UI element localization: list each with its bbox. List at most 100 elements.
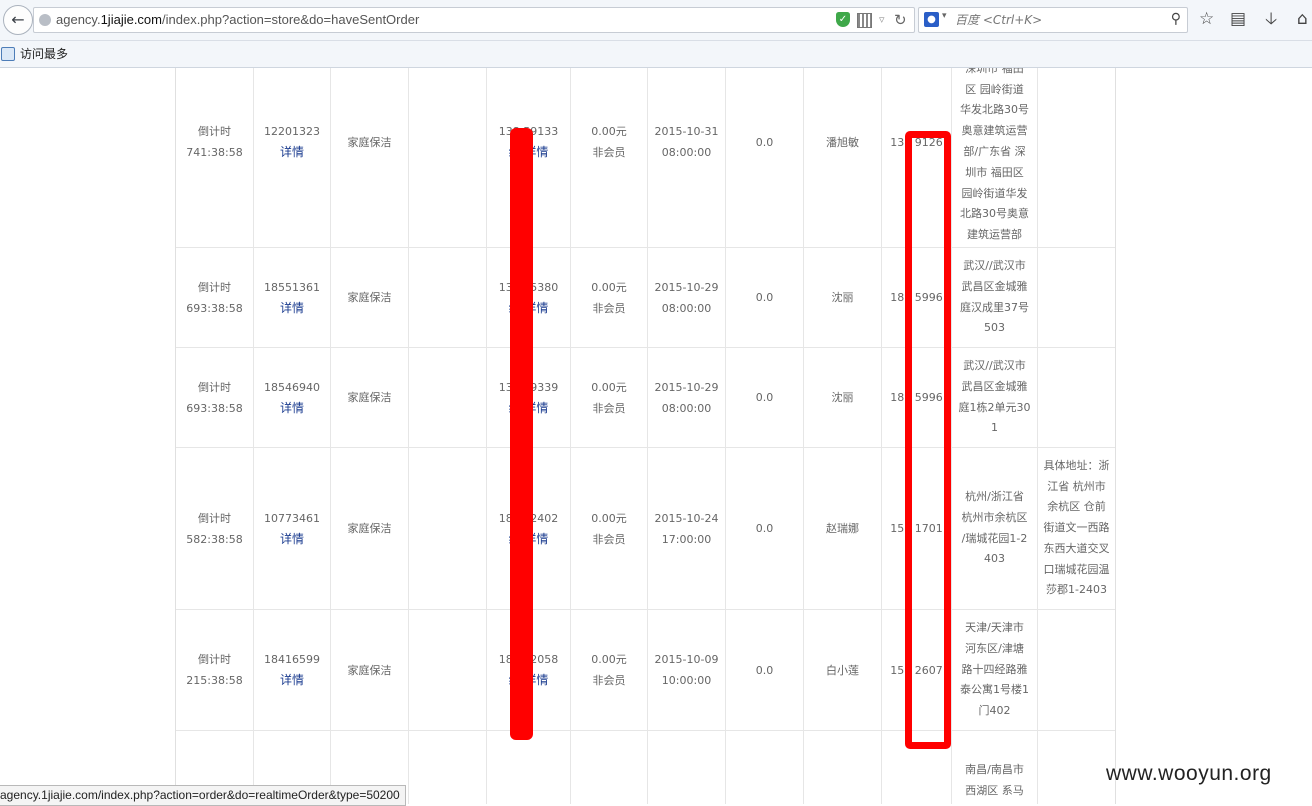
address-line: 南昌/南昌市 — [965, 762, 1024, 776]
empty-cell — [408, 447, 487, 610]
score-cell: 0.0 — [725, 68, 804, 248]
address-line: 建筑运营部 — [967, 228, 1022, 242]
detail-link[interactable]: 详情 — [256, 398, 328, 419]
site-identity-icon[interactable] — [39, 14, 51, 26]
reading-list-icon[interactable]: ▤ — [1230, 8, 1246, 30]
url-text[interactable]: agency.1jiajie.com/index.php?action=stor… — [56, 8, 419, 32]
table-row: 倒计时741:38:5812201323详情家庭保洁138 59133约 详情0… — [175, 68, 1116, 248]
price-cell: 0.00元非会员 — [570, 68, 648, 248]
price: 0.00元 — [591, 380, 627, 394]
service-date: 2015-10-24 — [654, 511, 719, 525]
dropdown-icon[interactable]: ▿ — [879, 11, 885, 29]
member-status: 非会员 — [592, 532, 626, 546]
price-cell: 0.00元 非会员 — [570, 347, 648, 448]
url-prefix: agency. — [56, 12, 101, 27]
search-icon[interactable]: ⚲ — [1171, 11, 1181, 27]
address-line: 武昌区金城雅 — [961, 279, 1028, 293]
service-time: 08:00:00 — [661, 146, 712, 159]
address-line: 北路30号奥意 — [960, 207, 1029, 221]
score-cell: 0.0 — [725, 609, 804, 731]
detail-link[interactable]: 详情 — [256, 298, 328, 319]
customer-name: 白小莲 — [826, 663, 859, 677]
order-id: 18551361 — [264, 280, 320, 294]
table-row: 倒计时693:38:5818551361详情家庭保洁139 75380约 详情0… — [175, 247, 1116, 348]
search-placeholder[interactable]: 百度 <Ctrl+K> — [955, 8, 1042, 32]
order-id-cell: 18546940 详情 — [253, 347, 331, 448]
order-id-cell: 10773461 详情 — [253, 447, 331, 610]
name-cell: 白小莲 — [803, 609, 882, 731]
service-cell: 家庭保洁 — [330, 68, 409, 248]
qr-code-icon[interactable] — [857, 13, 872, 28]
engine-dropdown-icon[interactable]: ▾ — [942, 11, 947, 21]
service-type: 家庭保洁 — [347, 291, 392, 304]
service-date: 2015-10-31 — [654, 125, 719, 138]
table-right-border — [1115, 68, 1116, 804]
watermark: www.wooyun.org — [1106, 762, 1272, 785]
bookmark-star-icon[interactable]: ☆ — [1199, 8, 1214, 30]
service-type: 家庭保洁 — [347, 522, 392, 535]
bookmark-most-visited[interactable]: 访问最多 — [20, 41, 68, 67]
schedule-cell: 2015-10-31 08:00:00 — [647, 68, 726, 248]
url-bar[interactable]: agency.1jiajie.com/index.php?action=stor… — [33, 7, 915, 33]
search-bar[interactable]: ● ▾ 百度 <Ctrl+K> ⚲ — [918, 7, 1188, 33]
countdown-label: 倒计时 — [198, 380, 231, 394]
detail-link[interactable]: 详情 — [256, 529, 328, 550]
table-row: 倒计时693:38:5818546940详情家庭保洁130 39339约 详情0… — [175, 347, 1116, 448]
schedule-cell: 2015-10-24 17:00:00 — [647, 447, 726, 610]
empty-cell — [408, 609, 487, 731]
order-id: 18546940 — [264, 380, 320, 394]
countdown-label: 倒计时 — [198, 125, 231, 138]
countdown-value: 693:38:58 — [186, 401, 243, 415]
price-cell: 0.00元 非会员 — [570, 609, 648, 731]
address-cell: 天津/天津市 河东区/津塘 路十四经路雅 泰公寓1号楼1 门402 — [951, 609, 1038, 731]
address-line: 泰公寓1号楼1 — [960, 683, 1029, 697]
back-arrow-icon[interactable]: ← — [3, 5, 33, 35]
order-id: 18416599 — [264, 653, 320, 666]
customer-name: 沈丽 — [831, 291, 854, 304]
score: 0.0 — [755, 391, 774, 404]
address-line: 部/广东省 深 — [963, 145, 1026, 158]
service-cell: 家庭保洁 — [330, 347, 409, 448]
extra-address-line: 口瑞城花园温 — [1043, 562, 1110, 576]
address-line: 庭1栋2单元30 — [958, 400, 1031, 414]
detail-link[interactable]: 详情 — [256, 142, 328, 163]
address-line: 庭汉成里37号 — [960, 300, 1029, 314]
phone-cell — [486, 730, 571, 804]
extra-address-line: 莎郡1-2403 — [1046, 583, 1107, 597]
name-cell: 赵瑞娜 — [803, 447, 882, 610]
service-cell: 家庭保洁 — [330, 609, 409, 731]
price-cell — [570, 730, 648, 804]
address-cell: 深圳/广东省深圳市 福田区 园岭街道华发北路30号奥意建筑运营部/广东省 深圳市… — [951, 68, 1038, 248]
home-icon[interactable]: ⌂ — [1297, 8, 1308, 30]
schedule-cell: 2015-10-29 08:00:00 — [647, 247, 726, 348]
address-line: 1 — [991, 421, 998, 435]
address-line: 园岭街道华发 — [961, 186, 1028, 200]
order-table: 倒计时741:38:5812201323详情家庭保洁138 59133约 详情0… — [175, 68, 1116, 804]
score: 0.0 — [755, 135, 774, 149]
price: 0.00元 — [591, 125, 627, 138]
address-line: 杭州市余杭区 — [961, 510, 1028, 524]
service-type: 家庭保洁 — [347, 135, 392, 149]
score-cell: 0.0 — [725, 347, 804, 448]
member-status: 非会员 — [592, 146, 626, 159]
shield-icon[interactable]: ✓ — [836, 12, 850, 27]
download-icon[interactable]: 🡣 — [1265, 8, 1277, 30]
detail-link[interactable]: 详情 — [256, 670, 328, 691]
customer-name: 沈丽 — [831, 391, 854, 404]
extra-address-cell — [1037, 730, 1116, 804]
baidu-paw-icon[interactable]: ● — [924, 12, 939, 27]
table-row: 倒计时215:38:5818416599详情家庭保洁189 52058约 详情0… — [175, 609, 1116, 731]
price-cell: 0.00元 非会员 — [570, 247, 648, 348]
bookmarks-toolbar: 访问最多 — [0, 41, 1312, 68]
address-line: 河东区/津塘 — [965, 641, 1024, 655]
score: 0.0 — [755, 663, 774, 677]
extra-address-line: 街道文一西路 — [1043, 521, 1110, 535]
countdown-cell: 倒计时 582:38:58 — [175, 447, 254, 610]
reload-icon[interactable]: ↻ — [894, 10, 907, 30]
countdown-value: 215:38:58 — [186, 674, 243, 687]
countdown-label: 倒计时 — [198, 511, 231, 525]
address-line: 深圳市 福田 — [965, 68, 1024, 75]
status-bar-url: agency.1jiajie.com/index.php?action=orde… — [0, 785, 406, 806]
bookmarks-folder-icon[interactable] — [1, 47, 15, 61]
order-id-cell: 12201323 详情 — [253, 68, 331, 248]
